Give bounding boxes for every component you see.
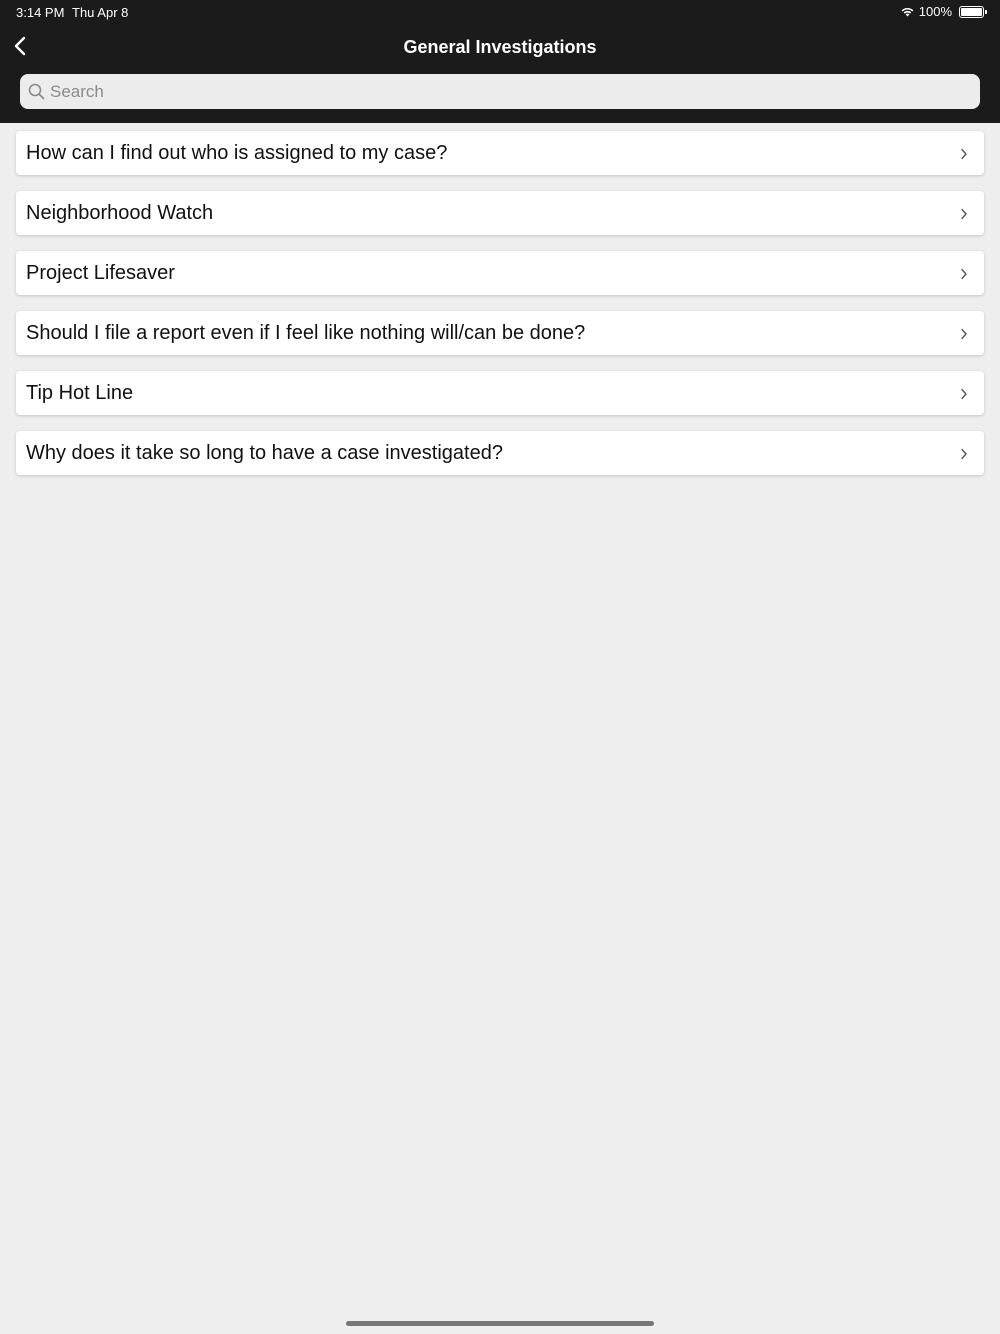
- page-title: General Investigations: [403, 37, 597, 57]
- battery-icon: [959, 5, 987, 18]
- navigation-bar: General Investigations: [0, 24, 1000, 70]
- status-time: 3:14 PM: [16, 5, 65, 20]
- list-item-label: Should I file a report even if I feel li…: [26, 321, 586, 344]
- status-bar: 3:14 PM Thu Apr 8 100%: [0, 0, 1000, 24]
- chevron-right-icon: [960, 147, 968, 165]
- list-item[interactable]: Neighborhood Watch: [16, 191, 984, 235]
- list-item[interactable]: Why does it take so long to have a case …: [16, 431, 984, 475]
- status-date: Thu Apr 8: [72, 5, 129, 20]
- home-indicator[interactable]: [346, 1321, 654, 1326]
- battery-percentage: 100%: [918, 4, 952, 19]
- chevron-right-icon: [960, 447, 968, 465]
- list-item[interactable]: Project Lifesaver: [16, 251, 984, 295]
- app-header: 3:14 PM Thu Apr 8 100% General Investiga…: [0, 0, 1000, 123]
- list-item-label: Project Lifesaver: [26, 261, 175, 284]
- list-item-label: Tip Hot Line: [26, 381, 134, 404]
- list-item[interactable]: Should I file a report even if I feel li…: [16, 311, 984, 355]
- search-icon: [28, 83, 45, 100]
- list-item-label: Why does it take so long to have a case …: [26, 441, 503, 464]
- chevron-right-icon: [960, 207, 968, 225]
- list-item-label: How can I find out who is assigned to my…: [26, 141, 448, 164]
- wifi-icon: [900, 6, 915, 17]
- search-input[interactable]: [50, 81, 950, 102]
- list-item-label: Neighborhood Watch: [26, 201, 214, 224]
- search-bar[interactable]: [20, 74, 980, 109]
- chevron-right-icon: [960, 387, 968, 405]
- topic-list: How can I find out who is assigned to my…: [16, 131, 984, 491]
- chevron-right-icon: [960, 327, 968, 345]
- chevron-right-icon: [960, 267, 968, 285]
- list-item[interactable]: How can I find out who is assigned to my…: [16, 131, 984, 175]
- status-indicators: 100%: [900, 4, 987, 19]
- list-item[interactable]: Tip Hot Line: [16, 371, 984, 415]
